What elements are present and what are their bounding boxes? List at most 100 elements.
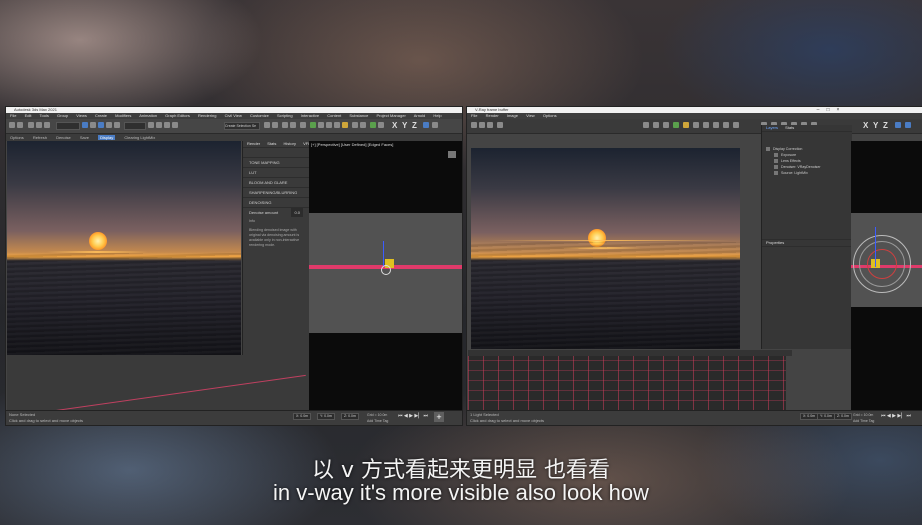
right-axis-constraint-icon[interactable]	[895, 122, 901, 128]
bind-icon[interactable]	[44, 122, 50, 128]
selection-filter-dropdown[interactable]	[56, 122, 80, 130]
snap-icon[interactable]	[156, 122, 162, 128]
right-playback-controls[interactable]: ⏮ ◀ ▶ ▶▏ ⏭	[881, 413, 911, 419]
left-render-view[interactable]	[7, 141, 241, 355]
pivot-icon[interactable]	[148, 122, 154, 128]
axis-constraint-icon[interactable]	[423, 122, 429, 128]
add-keyframe-button[interactable]: +	[434, 412, 444, 422]
vfb-track-mouse-icon[interactable]	[653, 122, 659, 128]
unlink-icon[interactable]	[36, 122, 42, 128]
playback-controls[interactable]: ⏮ ◀ ▶ ▶▏ ⏭	[398, 413, 428, 419]
vray-ipr-icon[interactable]	[360, 122, 366, 128]
vfb-menu-image[interactable]: Image	[507, 113, 518, 118]
menu-interactive[interactable]: Interactive	[301, 113, 319, 118]
right-axis-y-label[interactable]: Y	[873, 121, 878, 131]
select-scale-icon[interactable]	[114, 122, 120, 128]
vray-render-icon[interactable]	[352, 122, 358, 128]
vfb-stop-icon[interactable]	[693, 122, 699, 128]
axis-z-label[interactable]: Z	[412, 121, 417, 131]
layer-source-lightmix[interactable]: Source: LightMix	[766, 170, 852, 176]
perspective-viewport[interactable]	[309, 213, 462, 333]
coord-y[interactable]: Y: 0.0m	[317, 413, 335, 420]
undo-icon[interactable]	[9, 122, 15, 128]
vfb-refresh-button[interactable]: Refresh	[33, 135, 47, 140]
vfb-menu-render[interactable]: Render	[486, 113, 499, 118]
coord-z[interactable]: Z: 0.0m	[341, 413, 359, 420]
select-rotate-icon[interactable]	[106, 122, 112, 128]
axis-y-label[interactable]: Y	[402, 121, 407, 131]
right-add-time-tag[interactable]: Add Time Tag	[853, 419, 874, 423]
layer-explorer-icon[interactable]	[290, 122, 296, 128]
vfb-menu-file[interactable]: File	[471, 113, 477, 118]
vfb-load-icon[interactable]	[479, 122, 485, 128]
curve-editor-icon[interactable]	[300, 122, 306, 128]
tab-stats[interactable]: Stats	[267, 141, 276, 146]
section-sharpening[interactable]: SHARPENING/BLURRING	[243, 188, 309, 198]
user-account-icon[interactable]	[432, 122, 438, 128]
vray-light-icon[interactable]	[370, 122, 376, 128]
denoise-amount-field[interactable]: 0.0	[291, 208, 303, 217]
menu-content[interactable]: Content	[327, 113, 341, 118]
tab-history[interactable]: History	[284, 141, 296, 146]
reference-coord-dropdown[interactable]	[124, 122, 146, 130]
light-icon[interactable]	[381, 265, 391, 275]
menu-civil-view[interactable]: Civil View	[225, 113, 242, 118]
material-editor-icon[interactable]	[318, 122, 324, 128]
tab-layer-stats[interactable]: Stats	[785, 125, 794, 130]
menu-animation[interactable]: Animation	[139, 113, 157, 118]
align-icon[interactable]	[272, 122, 278, 128]
section-lut[interactable]: LUT	[243, 168, 309, 178]
menu-graph-editors[interactable]: Graph Editors	[165, 113, 190, 118]
right-coord-z[interactable]: Z: 0.0m	[834, 413, 852, 420]
select-by-name-icon[interactable]	[90, 122, 96, 128]
select-move-icon[interactable]	[98, 122, 104, 128]
tab-layers[interactable]: Layers	[766, 125, 778, 130]
vfb-render-icon[interactable]	[683, 122, 689, 128]
menu-edit[interactable]: Edit	[25, 113, 32, 118]
right-coord-x[interactable]: X: 0.0m	[800, 413, 819, 420]
right-axis-x-label[interactable]: X	[863, 121, 868, 131]
menu-arnold[interactable]: Arnold	[414, 113, 426, 118]
menu-rendering[interactable]: Rendering	[198, 113, 216, 118]
coord-x[interactable]: X: 0.0m	[293, 413, 312, 420]
vfb-menu-options[interactable]: Options	[543, 113, 557, 118]
right-render-view[interactable]	[471, 148, 740, 349]
vfb-correction-icon[interactable]	[713, 122, 719, 128]
tab-render[interactable]: Render	[247, 141, 260, 146]
right-user-icon[interactable]	[905, 122, 911, 128]
vfb-ipr-icon[interactable]	[673, 122, 679, 128]
menu-modifiers[interactable]: Modifiers	[115, 113, 131, 118]
link-icon[interactable]	[28, 122, 34, 128]
right-axis-z-label[interactable]: Z	[883, 121, 888, 131]
vfb-denoise-button[interactable]: Denoise	[56, 135, 71, 140]
menu-file[interactable]: File	[10, 113, 16, 118]
named-selection-dropdown[interactable]: Create Selection Se	[224, 122, 260, 130]
menu-views[interactable]: Views	[76, 113, 87, 118]
menu-create[interactable]: Create	[95, 113, 107, 118]
menu-customize[interactable]: Customize	[250, 113, 269, 118]
axis-x-label[interactable]: X	[392, 121, 397, 131]
vfb-save-icon[interactable]	[471, 122, 477, 128]
bottom-left-viewport[interactable]	[7, 355, 309, 411]
add-time-tag[interactable]: Add Time Tag	[367, 419, 388, 423]
right-perspective-viewport[interactable]	[851, 213, 922, 307]
vfb-lens-icon[interactable]	[703, 122, 709, 128]
viewcube-icon[interactable]	[448, 151, 456, 158]
vfb-compare-icon[interactable]	[733, 122, 739, 128]
menu-help[interactable]: Help	[433, 113, 441, 118]
section-bloom-glare[interactable]: BLOOM AND GLARE	[243, 178, 309, 188]
vray-camera-icon[interactable]	[378, 122, 384, 128]
vfb-display-button[interactable]: Display	[98, 135, 116, 140]
timeline-grid[interactable]	[468, 356, 786, 411]
menu-tools[interactable]: Tools	[40, 113, 49, 118]
vfb-copy-icon[interactable]	[487, 122, 493, 128]
angle-snap-icon[interactable]	[164, 122, 170, 128]
vfb-clear-icon[interactable]	[497, 122, 503, 128]
menu-substance[interactable]: Substance	[349, 113, 368, 118]
vfb-menu-view[interactable]: View	[526, 113, 535, 118]
redo-icon[interactable]	[17, 122, 23, 128]
vfb-region-icon[interactable]	[643, 122, 649, 128]
rendered-frame-window-icon[interactable]	[334, 122, 340, 128]
select-object-icon[interactable]	[82, 122, 88, 128]
right-coord-y[interactable]: Y: 0.0m	[817, 413, 835, 420]
